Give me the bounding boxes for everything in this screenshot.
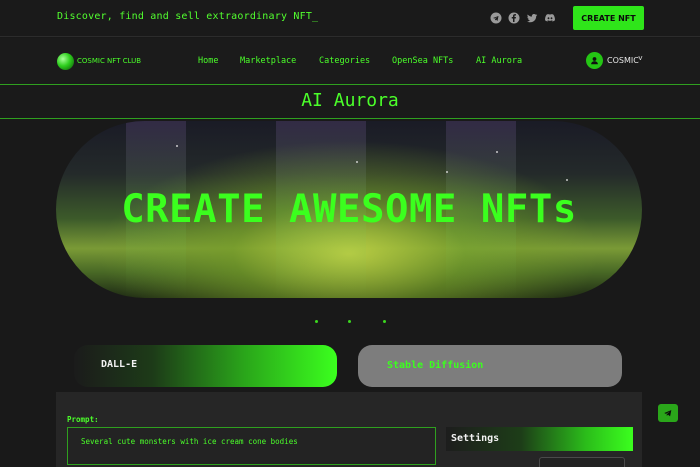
star bbox=[176, 145, 178, 147]
carousel-dot[interactable] bbox=[383, 320, 386, 323]
settings-header: Settings bbox=[446, 427, 633, 451]
settings-field[interactable] bbox=[539, 457, 625, 467]
telegram-float-button[interactable] bbox=[658, 404, 678, 422]
prompt-input[interactable]: Several cute monsters with ice cream con… bbox=[67, 427, 436, 465]
tab-dall-e-label: DALL-E bbox=[101, 359, 138, 370]
telegram-icon bbox=[664, 410, 672, 417]
twitter-icon[interactable] bbox=[526, 12, 538, 24]
star bbox=[446, 171, 448, 173]
nav-categories[interactable]: Categories bbox=[319, 56, 370, 66]
user-avatar-icon[interactable] bbox=[586, 52, 603, 69]
user-name[interactable]: COSMIC bbox=[607, 56, 639, 65]
facebook-icon[interactable] bbox=[508, 12, 520, 24]
logo-icon[interactable] bbox=[57, 53, 74, 70]
nav-ai-aurora[interactable]: AI Aurora bbox=[476, 56, 522, 66]
main-nav: COSMIC NFT CLUB Home Marketplace Categor… bbox=[0, 38, 700, 85]
telegram-icon[interactable] bbox=[490, 12, 502, 24]
create-nft-button[interactable]: CREATE NFT bbox=[573, 6, 644, 30]
prompt-value: Several cute monsters with ice cream con… bbox=[81, 437, 298, 446]
star bbox=[566, 179, 568, 181]
nav-home[interactable]: Home bbox=[198, 56, 218, 66]
brand-name[interactable]: COSMIC NFT CLUB bbox=[77, 57, 141, 65]
tab-dall-e[interactable]: DALL-E bbox=[74, 345, 337, 387]
settings-title: Settings bbox=[451, 433, 500, 444]
page-title: AI Aurora bbox=[301, 90, 399, 111]
page-title-bar: AI Aurora bbox=[0, 86, 700, 119]
carousel-dot[interactable] bbox=[315, 320, 318, 323]
tab-stable-diffusion[interactable]: Stable Diffusion bbox=[358, 345, 622, 387]
nav-marketplace[interactable]: Marketplace bbox=[240, 56, 296, 66]
star bbox=[496, 151, 498, 153]
hero-headline: CREATE AWESOME NFTs bbox=[121, 187, 577, 232]
top-bar: Discover, find and sell extraordinary NF… bbox=[0, 0, 700, 37]
tagline: Discover, find and sell extraordinary NF… bbox=[57, 11, 319, 22]
hero-banner: CREATE AWESOME NFTs bbox=[56, 121, 642, 298]
prompt-label: Prompt: bbox=[67, 415, 99, 424]
star bbox=[356, 161, 358, 163]
discord-icon[interactable] bbox=[544, 12, 556, 24]
chevron-down-icon[interactable]: ˅ bbox=[638, 54, 643, 64]
tab-stable-diffusion-label: Stable Diffusion bbox=[387, 360, 484, 371]
nav-opensea-nfts[interactable]: OpenSea NFTs bbox=[392, 56, 453, 66]
carousel-dot[interactable] bbox=[348, 320, 351, 323]
